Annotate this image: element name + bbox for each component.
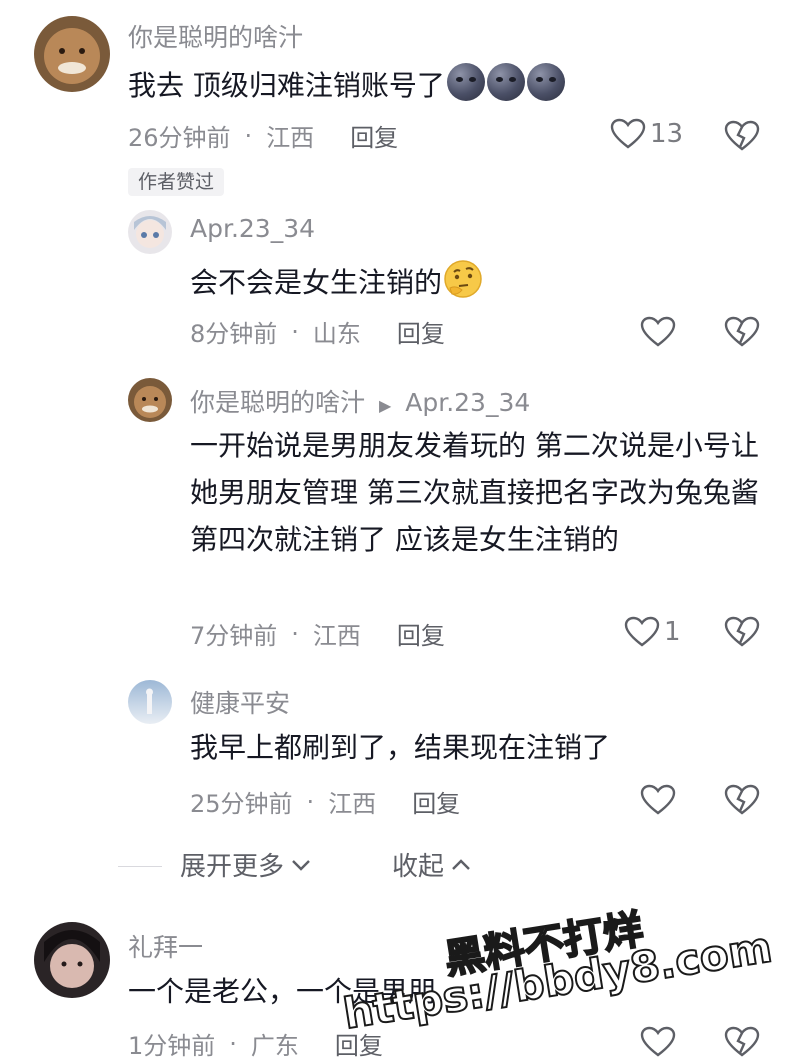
- avatar[interactable]: [128, 680, 172, 724]
- comment-meta: 8分钟前 · 山东 回复: [190, 314, 445, 349]
- dislike-button[interactable]: [724, 120, 760, 152]
- dislike-button[interactable]: [724, 616, 760, 648]
- dislike-button[interactable]: [724, 784, 760, 816]
- comment-location: 江西: [328, 790, 377, 818]
- like-button[interactable]: [640, 316, 676, 348]
- author-liked-badge: 作者赞过: [128, 168, 225, 196]
- comment-author[interactable]: 健康平安: [190, 684, 290, 720]
- comment-text: 会不会是女生注销的: [190, 258, 484, 306]
- comment-text: 一个是老公，一个是男朋: [128, 975, 437, 1008]
- separator-dot: ·: [244, 121, 253, 150]
- reply-button[interactable]: 回复: [397, 616, 445, 651]
- comment-time: 7分钟前: [190, 622, 278, 650]
- comment-time: 26分钟前: [128, 124, 231, 152]
- heart-icon: [610, 118, 646, 149]
- new-moon-face-icon: [445, 63, 565, 102]
- like-button[interactable]: [640, 1026, 676, 1058]
- expand-more-label: 展开更多: [180, 852, 285, 882]
- comment-time: 25分钟前: [190, 790, 293, 818]
- comment-time: 1分钟前: [128, 1032, 216, 1060]
- heart-icon: [640, 316, 676, 347]
- comment-text-content: 会不会是女生注销的: [190, 266, 443, 299]
- broken-heart-icon: [724, 120, 760, 151]
- reply-button[interactable]: 回复: [350, 118, 398, 153]
- like-button[interactable]: [640, 784, 676, 816]
- comment-location: 广东: [250, 1032, 299, 1060]
- broken-heart-icon: [724, 1026, 760, 1057]
- heart-icon: [640, 1026, 676, 1057]
- comment-text-content: 我去 顶级归难注销账号了: [128, 69, 445, 102]
- separator-dot: ·: [229, 1029, 237, 1058]
- replies-expand-row: 展开更多 收起: [0, 846, 800, 886]
- chevron-up-icon: [452, 858, 470, 870]
- comment-location: 山东: [312, 320, 361, 348]
- comment-author-line: 你是聪明的啥汁 ▶ Apr.23_34: [190, 383, 530, 419]
- watermark-title: 黑料不打烊: [441, 906, 648, 985]
- reply-button[interactable]: 回复: [335, 1026, 383, 1061]
- comment-meta: 1分钟前 · 广东 回复: [128, 1026, 383, 1061]
- dislike-button[interactable]: [724, 316, 760, 348]
- comment-text: 一开始说是男朋友发着玩的 第二次说是小号让她男朋友管理 第三次就直接把名字改为兔…: [190, 429, 759, 556]
- comment-text: 我早上都刷到了，结果现在注销了: [190, 731, 611, 764]
- reply-button[interactable]: 回复: [412, 784, 460, 819]
- separator-dot: ·: [291, 619, 299, 648]
- broken-heart-icon: [724, 316, 760, 347]
- heart-icon: [624, 616, 660, 647]
- comment-location: 江西: [266, 124, 315, 152]
- like-count: 1: [664, 617, 681, 647]
- like-button[interactable]: 1: [624, 616, 681, 648]
- thinking-face-icon: [444, 260, 482, 298]
- comment-author[interactable]: 你是聪明的啥汁: [190, 388, 365, 417]
- broken-heart-icon: [724, 616, 760, 647]
- comment-time: 8分钟前: [190, 320, 278, 348]
- chevron-down-icon: [292, 859, 310, 871]
- reply-button[interactable]: 回复: [397, 314, 445, 349]
- broken-heart-icon: [724, 784, 760, 815]
- avatar[interactable]: [34, 922, 110, 998]
- separator-dot: ·: [306, 787, 315, 816]
- reply-to-author[interactable]: Apr.23_34: [405, 388, 530, 417]
- comment-author[interactable]: Apr.23_34: [190, 214, 315, 243]
- separator-dot: ·: [291, 317, 299, 346]
- like-count: 13: [650, 119, 684, 149]
- divider-line: [118, 866, 162, 867]
- collapse-button[interactable]: 收起: [392, 846, 472, 883]
- like-button[interactable]: 13: [610, 118, 683, 150]
- avatar[interactable]: [128, 378, 172, 422]
- comment-text: 我去 顶级归难注销账号了: [128, 62, 565, 109]
- reply-arrow-icon: ▶: [378, 396, 392, 415]
- collapse-label: 收起: [392, 852, 445, 882]
- comment-meta: 26分钟前 · 江西 回复: [128, 118, 398, 153]
- comment-location: 江西: [312, 622, 361, 650]
- avatar[interactable]: [34, 16, 110, 92]
- expand-more-button[interactable]: 展开更多: [180, 846, 312, 883]
- heart-icon: [640, 784, 676, 815]
- comment-meta: 7分钟前 · 江西 回复: [190, 616, 445, 651]
- comment-meta: 25分钟前 · 江西 回复: [190, 784, 460, 819]
- comment-author[interactable]: 你是聪明的啥汁: [128, 18, 303, 54]
- comment-author[interactable]: 礼拜一: [128, 928, 203, 964]
- avatar[interactable]: [128, 210, 172, 254]
- dislike-button[interactable]: [724, 1026, 760, 1058]
